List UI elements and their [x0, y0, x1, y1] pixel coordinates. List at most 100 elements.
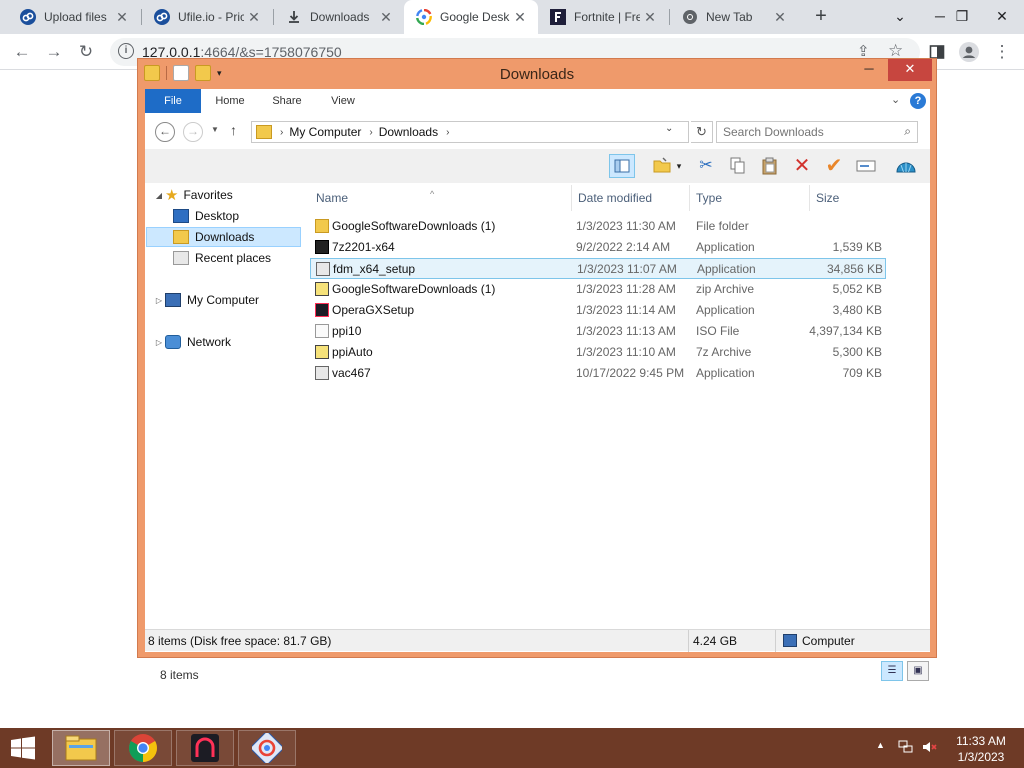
expand-arrow-icon[interactable]: ▷ — [153, 296, 165, 305]
show-hidden-icons-icon[interactable]: ▲ — [876, 740, 885, 750]
folder-options-icon[interactable] — [649, 154, 675, 178]
tab-home[interactable]: Home — [205, 89, 255, 113]
tab-downloads[interactable]: Downloads ✕ — [274, 0, 404, 34]
taskbar-google-desktop[interactable] — [238, 730, 296, 766]
cut-icon[interactable]: ✂ — [693, 154, 719, 178]
recent-locations-icon[interactable]: ▼ — [211, 125, 219, 134]
file-row[interactable]: ppi10 1/3/2023 11:13 AM ISO File 4,397,134 … — [310, 321, 886, 342]
ufile-icon — [154, 9, 170, 25]
file-name: OperaGXSetup — [332, 303, 415, 317]
search-input[interactable] — [717, 122, 887, 142]
column-header-size[interactable]: Size — [810, 185, 888, 211]
forward-arrow-icon[interactable]: → — [42, 40, 66, 64]
network-icon — [165, 335, 181, 349]
tab-view[interactable]: View — [319, 89, 367, 113]
nav-downloads[interactable]: Downloads — [146, 227, 301, 247]
column-header-type[interactable]: Type — [690, 185, 810, 211]
tab-file[interactable]: File — [145, 89, 201, 113]
preview-pane-icon[interactable] — [609, 154, 635, 178]
tab-share[interactable]: Share — [263, 89, 311, 113]
paste-icon[interactable] — [757, 154, 783, 178]
file-size: 5,052 KB — [832, 282, 882, 296]
checkmark-icon[interactable]: ✔ — [821, 154, 847, 178]
delete-icon[interactable]: ✕ — [789, 154, 815, 178]
file-explorer-icon — [65, 735, 97, 761]
refresh-icon[interactable]: ↻ — [691, 121, 713, 143]
file-row[interactable]: 7z2201-x64 9/2/2022 2:14 AM Application 1,5… — [310, 237, 886, 258]
close-icon[interactable]: ✕ — [510, 9, 530, 26]
close-icon[interactable]: ✕ — [112, 9, 132, 26]
profile-avatar-icon[interactable] — [957, 40, 981, 64]
taskbar-file-explorer[interactable] — [52, 730, 110, 766]
rename-icon[interactable] — [853, 154, 879, 178]
details-view-icon[interactable]: ☰ — [881, 661, 903, 681]
forward-arrow-icon[interactable]: → — [183, 122, 203, 142]
large-icons-view-icon[interactable]: ▣ — [907, 661, 929, 681]
network-status-icon[interactable] — [898, 740, 914, 757]
breadcrumb-downloads[interactable]: Downloads — [379, 125, 438, 139]
nav-recent-places[interactable]: Recent places — [173, 248, 271, 268]
nav-desktop[interactable]: Desktop — [173, 206, 239, 226]
nav-network[interactable]: ▷ Network — [153, 332, 231, 352]
nav-label: Favorites — [183, 188, 233, 202]
installer-icon — [315, 366, 329, 380]
navigation-pane: ◢ ★ Favorites Desktop Downloads Recent p… — [145, 185, 305, 615]
breadcrumb-separator[interactable]: › — [280, 127, 283, 138]
tab-upload-files[interactable]: Upload files ✕ — [8, 0, 140, 34]
kebab-menu-icon[interactable]: ⋮ — [990, 40, 1014, 64]
file-row[interactable]: vac467 10/17/2022 9:45 PM Application 709 K… — [310, 363, 886, 384]
close-icon[interactable]: ✕ — [640, 9, 660, 26]
star-icon: ★ — [165, 187, 179, 204]
close-icon[interactable]: ✕ — [982, 0, 1022, 34]
info-icon[interactable]: i — [118, 43, 134, 59]
close-icon[interactable]: ✕ — [244, 9, 264, 26]
minimize-icon[interactable]: ─ — [856, 59, 882, 81]
column-header-date[interactable]: Date modified — [572, 185, 690, 211]
copy-icon[interactable] — [725, 154, 751, 178]
nav-favorites[interactable]: ◢ ★ Favorites — [153, 185, 233, 205]
file-row[interactable]: GoogleSoftwareDownloads (1) 1/3/2023 11:2… — [310, 279, 886, 300]
chevron-down-icon[interactable]: ⌄ — [880, 0, 920, 34]
close-icon[interactable]: ✕ — [770, 9, 790, 26]
close-icon[interactable]: ✕ — [376, 9, 396, 26]
back-arrow-icon[interactable]: ← — [10, 40, 34, 64]
taskbar-chrome[interactable] — [114, 730, 172, 766]
close-icon[interactable]: ✕ — [888, 59, 932, 81]
file-row[interactable]: GoogleSoftwareDownloads (1) 1/3/2023 11:3… — [310, 216, 886, 237]
help-icon[interactable]: ? — [910, 93, 926, 109]
tab-fortnite[interactable]: Fortnite | Fre ✕ — [538, 0, 668, 34]
column-header-name[interactable]: Name ^ — [310, 185, 572, 211]
explorer-title-bar[interactable]: ▾ Downloads ─ ☐ ✕ — [138, 59, 936, 89]
up-arrow-icon[interactable]: ↑ — [230, 122, 237, 138]
system-clock[interactable]: 11:33 AM 1/3/2023 — [950, 733, 1012, 765]
file-row[interactable]: OperaGXSetup 1/3/2023 11:14 AM Application… — [310, 300, 886, 321]
expand-arrow-icon[interactable]: ◢ — [153, 191, 165, 200]
nav-my-computer[interactable]: ▷ My Computer — [153, 290, 259, 310]
back-arrow-icon[interactable]: ← — [155, 122, 175, 142]
file-row[interactable]: fdm_x64_setup 1/3/2023 11:07 AM Applicatio… — [310, 258, 886, 279]
tab-ufile-pricing[interactable]: Ufile.io - Pric ✕ — [142, 0, 272, 34]
taskbar-opera-gx[interactable] — [176, 730, 234, 766]
chevron-down-icon[interactable]: ▾ — [673, 154, 685, 178]
windows-start-icon[interactable] — [8, 736, 38, 760]
volume-muted-icon[interactable] — [922, 740, 938, 757]
explorer-address-bar[interactable]: › My Computer › Downloads › — [251, 121, 689, 143]
file-size: 5,300 KB — [832, 345, 882, 359]
chevron-down-icon[interactable]: ⌄ — [665, 123, 673, 134]
file-row[interactable]: ppiAuto 1/3/2023 11:10 AM 7z Archive 5,300 … — [310, 342, 886, 363]
items-count: 8 items — [160, 668, 199, 682]
tab-google-desktop[interactable]: Google Desk ✕ — [404, 0, 538, 34]
breadcrumb-my-computer[interactable]: My Computer — [289, 125, 361, 139]
breadcrumb-separator[interactable]: › — [446, 127, 449, 138]
shell-globe-icon[interactable] — [893, 154, 919, 178]
reload-icon[interactable]: ↻ — [74, 40, 98, 64]
file-date-modified: 1/3/2023 11:13 AM — [576, 324, 676, 338]
file-name: 7z2201-x64 — [332, 240, 395, 254]
expand-ribbon-icon[interactable]: ⌄ — [891, 93, 900, 106]
tab-new-tab[interactable]: New Tab ✕ — [670, 0, 798, 34]
restore-icon[interactable]: ❐ — [942, 0, 982, 34]
expand-arrow-icon[interactable]: ▷ — [153, 338, 165, 347]
breadcrumb-separator[interactable]: › — [369, 127, 372, 138]
new-tab-button[interactable]: + — [809, 5, 833, 29]
search-field[interactable]: ⌕ — [716, 121, 918, 143]
